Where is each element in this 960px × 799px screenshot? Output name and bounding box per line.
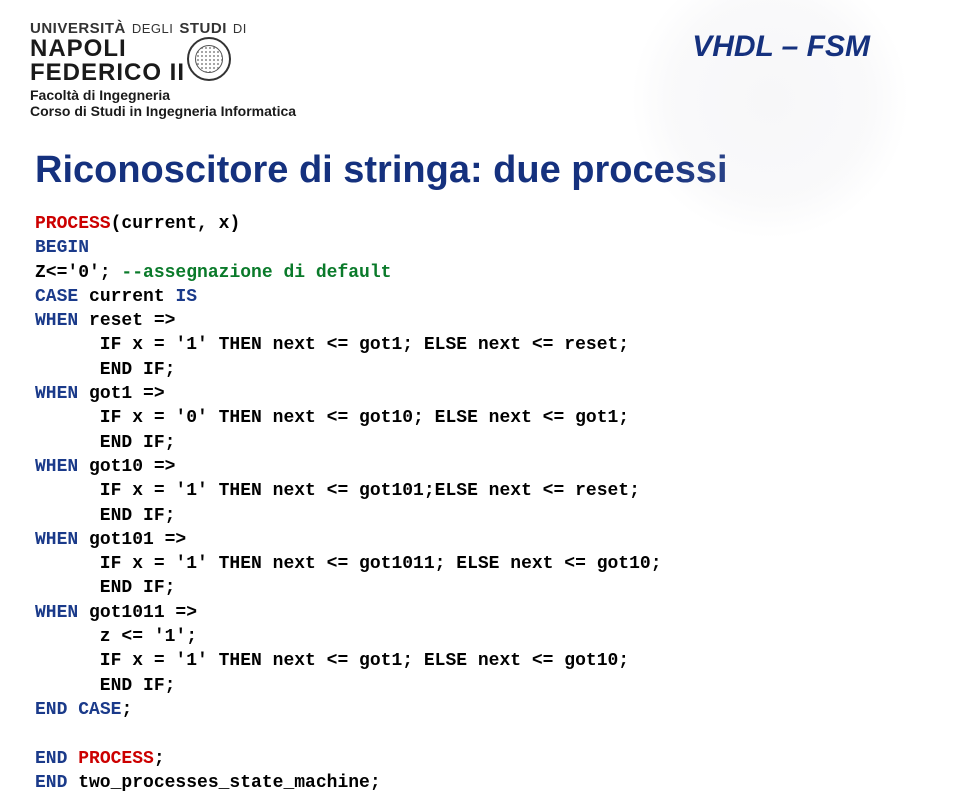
code-text: current <box>78 287 175 307</box>
code-text <box>67 700 78 720</box>
code-line: IF x = '1' THEN next <= got1011; ELSE ne… <box>35 554 662 574</box>
code-line: IF x = '0' THEN next <= got10; ELSE next… <box>35 408 629 428</box>
code-text: got1011 => <box>78 603 197 623</box>
course-label: Corso di Studi in Ingegneria Informatica <box>30 103 296 119</box>
code-line: END IF; <box>35 506 175 526</box>
code-line: END IF; <box>35 676 175 696</box>
code-text: reset => <box>78 311 175 331</box>
code-text: got101 => <box>78 530 186 550</box>
faculty-label: Facoltà di Ingegneria <box>30 87 296 103</box>
code-line: IF x = '1' THEN next <= got1; ELSE next … <box>35 335 629 355</box>
code-text: got1 => <box>78 384 164 404</box>
kw-end: END <box>35 700 67 720</box>
uni-studi: STUDI <box>179 20 227 37</box>
uni-degli: DEGLI <box>132 21 174 36</box>
uni-di: DI <box>233 21 247 36</box>
university-logo: UNIVERSITÀ DEGLI STUDI DI NAPOLI FEDERIC… <box>30 20 296 119</box>
kw-when: WHEN <box>35 530 78 550</box>
kw-case: CASE <box>78 700 121 720</box>
slide-corner-title: VHDL – FSM <box>692 20 930 64</box>
code-text: got10 => <box>78 457 175 477</box>
code-text: ; <box>121 700 132 720</box>
code-text: ; <box>154 749 165 769</box>
kw-end: END <box>35 749 67 769</box>
kw-process: PROCESS <box>35 214 111 234</box>
slide-header: UNIVERSITÀ DEGLI STUDI DI NAPOLI FEDERIC… <box>0 0 960 119</box>
code-line: END IF; <box>35 433 175 453</box>
code-text <box>67 749 78 769</box>
code-comment: --assegnazione di default <box>121 263 391 283</box>
kw-when: WHEN <box>35 457 78 477</box>
code-line: END IF; <box>35 360 175 380</box>
kw-when: WHEN <box>35 311 78 331</box>
kw-begin: BEGIN <box>35 238 89 258</box>
code-line: IF x = '1' THEN next <= got101;ELSE next… <box>35 481 640 501</box>
kw-is: IS <box>175 287 197 307</box>
kw-when: WHEN <box>35 384 78 404</box>
napoli-text-1: NAPOLI <box>30 37 185 61</box>
code-text: (current, x) <box>111 214 241 234</box>
kw-process: PROCESS <box>78 749 154 769</box>
kw-when: WHEN <box>35 603 78 623</box>
code-line: END IF; <box>35 578 175 598</box>
kw-end: END <box>35 773 67 793</box>
kw-case: CASE <box>35 287 78 307</box>
university-seal-icon <box>187 37 231 81</box>
slide-main-title: Riconoscitore di stringa: due processi <box>35 149 960 192</box>
code-line: z <= '1'; <box>35 627 197 647</box>
code-text: Z<='0'; <box>35 263 121 283</box>
vhdl-code-block: PROCESS(current, x) BEGIN Z<='0'; --asse… <box>0 212 960 795</box>
napoli-text-2: FEDERICO II <box>30 61 185 85</box>
code-text: two_processes_state_machine; <box>67 773 380 793</box>
code-line: IF x = '1' THEN next <= got1; ELSE next … <box>35 651 629 671</box>
